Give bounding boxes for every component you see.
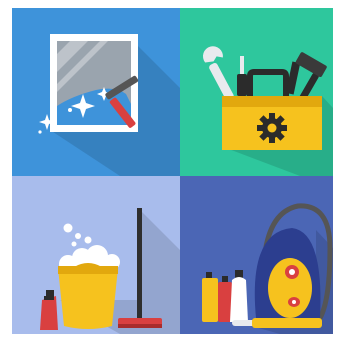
gear-icon bbox=[257, 113, 287, 143]
window-squeegee-icon bbox=[38, 34, 139, 134]
tile-window-cleaning[interactable] bbox=[12, 8, 180, 176]
tile-vacuuming[interactable] bbox=[180, 176, 333, 334]
cleaner-bottles-icon bbox=[202, 270, 248, 322]
tile-repair-tools[interactable] bbox=[180, 8, 333, 176]
bucket bbox=[58, 268, 118, 329]
cleaning-services-grid bbox=[0, 0, 345, 346]
tile-floor-cleaning[interactable] bbox=[12, 176, 180, 334]
